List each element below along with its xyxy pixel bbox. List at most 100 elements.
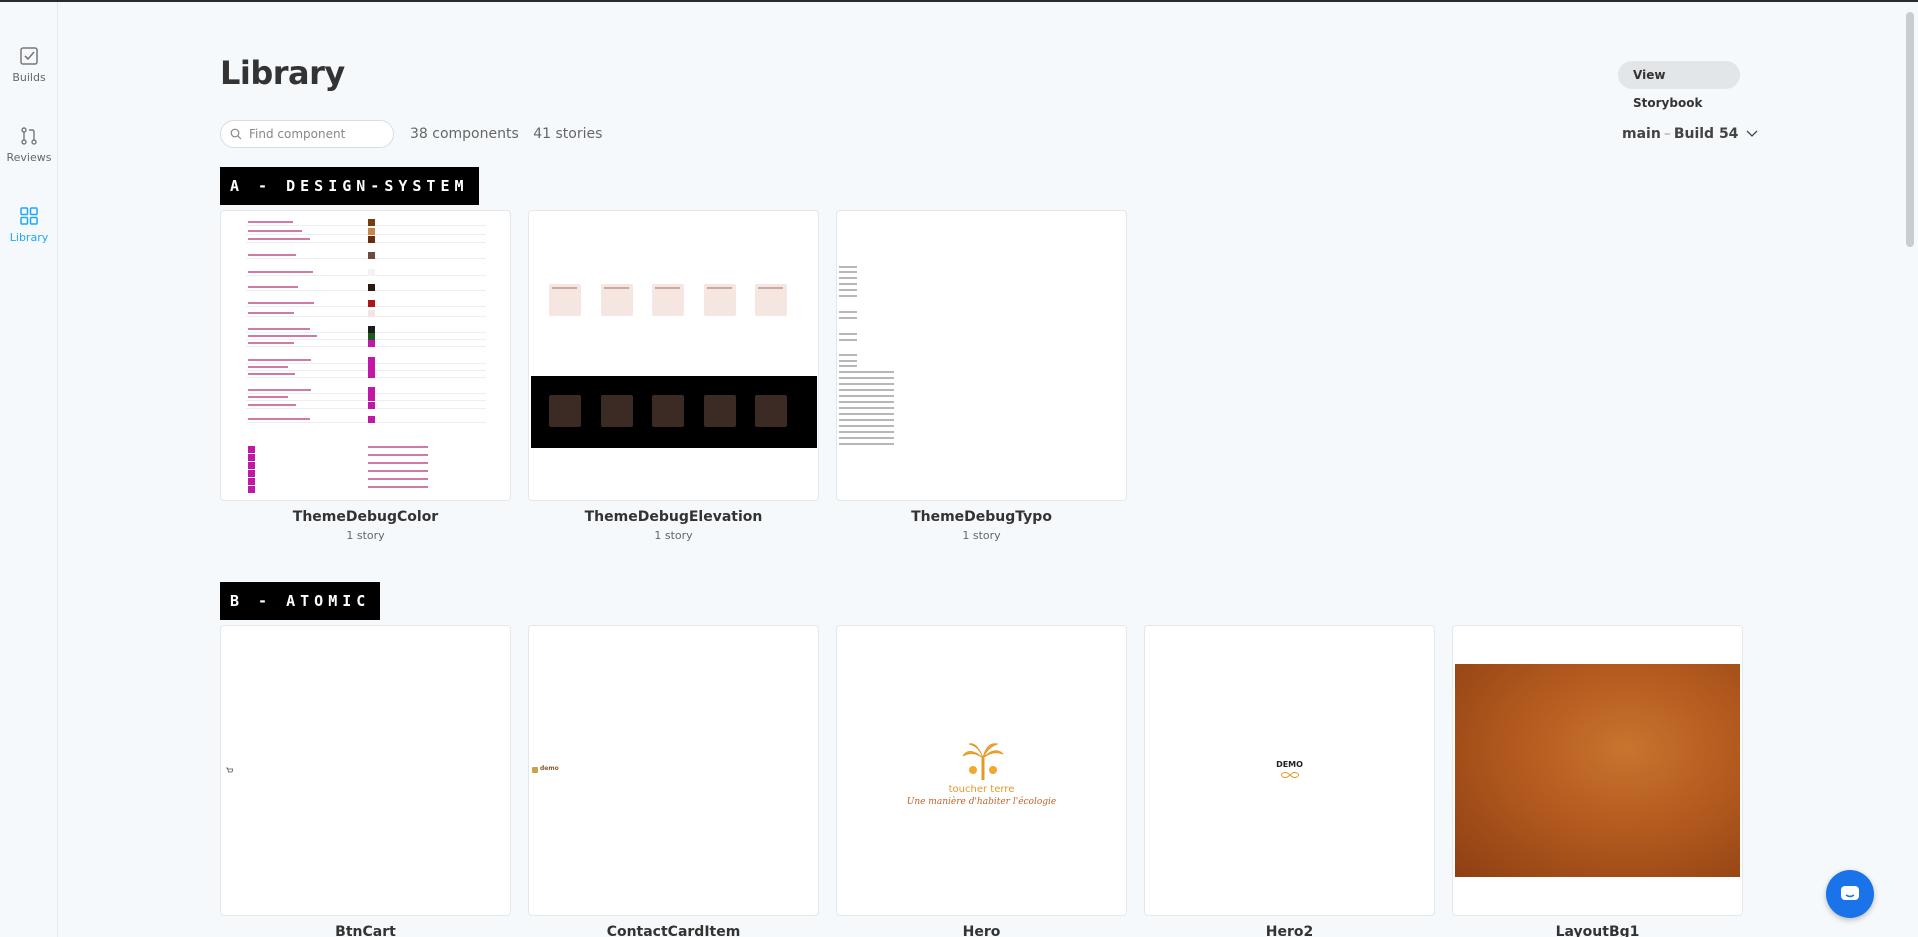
story-count: 1 story (346, 529, 385, 542)
swatch-divider (246, 306, 486, 307)
component-card[interactable]: BtnCart (220, 625, 511, 937)
search-input[interactable] (249, 125, 389, 143)
elevation-box-dark (704, 395, 736, 427)
elevation-box (549, 284, 581, 316)
branch-build-selector[interactable]: main – Build 54 (1622, 126, 1758, 142)
swatch-label (248, 359, 311, 361)
background-texture (1455, 664, 1740, 877)
swatch-label (248, 238, 310, 240)
component-card[interactable]: DEMO Hero2 (1144, 625, 1435, 937)
section-label-design-system: A - DESIGN-SYSTEM (220, 167, 479, 205)
component-preview-theme-debug-typo[interactable] (836, 210, 1127, 501)
components-count: 38 components (410, 126, 519, 142)
typography-sample-line (839, 437, 894, 439)
checkbox-icon (20, 47, 38, 65)
component-preview-layout-bg1[interactable] (1452, 625, 1743, 916)
sidebar-item-label: Library (9, 231, 49, 244)
swatch-label (248, 418, 310, 420)
swatch-divider (246, 225, 486, 226)
component-preview-contact-card-item[interactable]: demo (528, 625, 819, 916)
color-swatch (368, 326, 375, 333)
swatch-divider (246, 332, 486, 333)
component-card[interactable]: demo ContactCardItem (528, 625, 819, 937)
swatch-divider (246, 370, 486, 371)
color-swatch (368, 310, 375, 317)
chat-icon (1841, 886, 1859, 900)
typography-sample-line (839, 431, 894, 433)
component-preview-hero[interactable]: toucher terre Une manière d'habiter l'éc… (836, 625, 1127, 916)
sidebar-item-library[interactable]: Library (0, 206, 58, 244)
section-label-atomic: B - ATOMIC (220, 582, 381, 620)
typography-sample-line (839, 295, 857, 297)
component-preview-hero2[interactable]: DEMO (1144, 625, 1435, 916)
elevation-box (601, 284, 633, 316)
component-preview-theme-debug-color[interactable] (220, 210, 511, 501)
component-card[interactable]: ThemeDebugElevation 1 story (528, 210, 819, 542)
cart-icon (226, 767, 233, 773)
color-swatch (368, 228, 375, 235)
sidebar-item-builds[interactable]: Builds (0, 46, 58, 84)
typography-sample-line (839, 277, 857, 279)
typography-sample-line (839, 266, 857, 268)
component-card[interactable]: ThemeDebugTypo 1 story (836, 210, 1127, 542)
swatch-label (248, 286, 298, 288)
swatch-label (248, 230, 302, 232)
component-name: ThemeDebugElevation (584, 509, 763, 525)
color-swatch (368, 269, 375, 276)
color-swatch (368, 300, 375, 307)
swatch-label (248, 389, 311, 391)
color-swatch (368, 252, 375, 259)
swatch-label (248, 254, 296, 256)
swatch-label (248, 328, 310, 330)
swatch-label (248, 312, 294, 314)
swatch-label (248, 396, 288, 398)
swatch-divider (246, 316, 486, 317)
separator: – (1663, 126, 1671, 142)
search-icon (230, 128, 242, 140)
branch-name: main (1622, 126, 1661, 142)
swatch-divider (246, 393, 486, 394)
sidebar-item-reviews[interactable]: Reviews (0, 126, 58, 164)
sidebar-item-label: Builds (12, 71, 46, 84)
typography-sample-line (839, 425, 894, 427)
swatch-divider (246, 363, 486, 364)
swatch-label (248, 221, 293, 223)
typography-sample-line (839, 383, 894, 385)
scrollbar[interactable] (1906, 12, 1914, 247)
swatch-label (248, 373, 295, 375)
chat-button[interactable] (1826, 870, 1874, 918)
hero-brand: toucher terre (948, 784, 1015, 795)
typography-sample-line (839, 360, 857, 362)
component-card[interactable]: ThemeDebugColor 1 story (220, 210, 511, 542)
typography-sample-line (839, 339, 857, 341)
color-swatch (368, 371, 375, 378)
swatch-label (368, 478, 428, 480)
component-name: ThemeDebugColor (292, 509, 439, 525)
component-name: Hero (962, 924, 1001, 937)
component-card[interactable]: LayoutBg1 (1452, 625, 1743, 937)
swatch-label (368, 462, 428, 464)
grid-icon (20, 207, 38, 225)
component-card[interactable]: toucher terre Une manière d'habiter l'éc… (836, 625, 1127, 937)
typography-sample-line (839, 395, 894, 397)
swatch-divider (246, 346, 486, 347)
component-name: ThemeDebugTypo (911, 509, 1052, 525)
swatch-divider (246, 275, 486, 276)
color-swatch (368, 236, 375, 243)
view-storybook-button[interactable]: View Storybook (1618, 61, 1740, 110)
component-preview-theme-debug-elevation[interactable] (528, 210, 819, 501)
typography-sample-line (839, 289, 857, 291)
color-swatch (368, 333, 375, 340)
typography-sample-line (839, 371, 894, 373)
color-swatch (248, 486, 255, 493)
swatch-divider (246, 258, 486, 259)
color-swatch (248, 462, 255, 469)
color-swatch (368, 284, 375, 291)
stories-count: 41 stories (533, 126, 603, 142)
color-swatch (368, 394, 375, 401)
component-preview-btn-cart[interactable] (220, 625, 511, 916)
component-name: BtnCart (335, 924, 396, 937)
swatch-label (368, 454, 428, 456)
page-title: Library (220, 54, 345, 92)
typography-sample-line (839, 389, 894, 391)
